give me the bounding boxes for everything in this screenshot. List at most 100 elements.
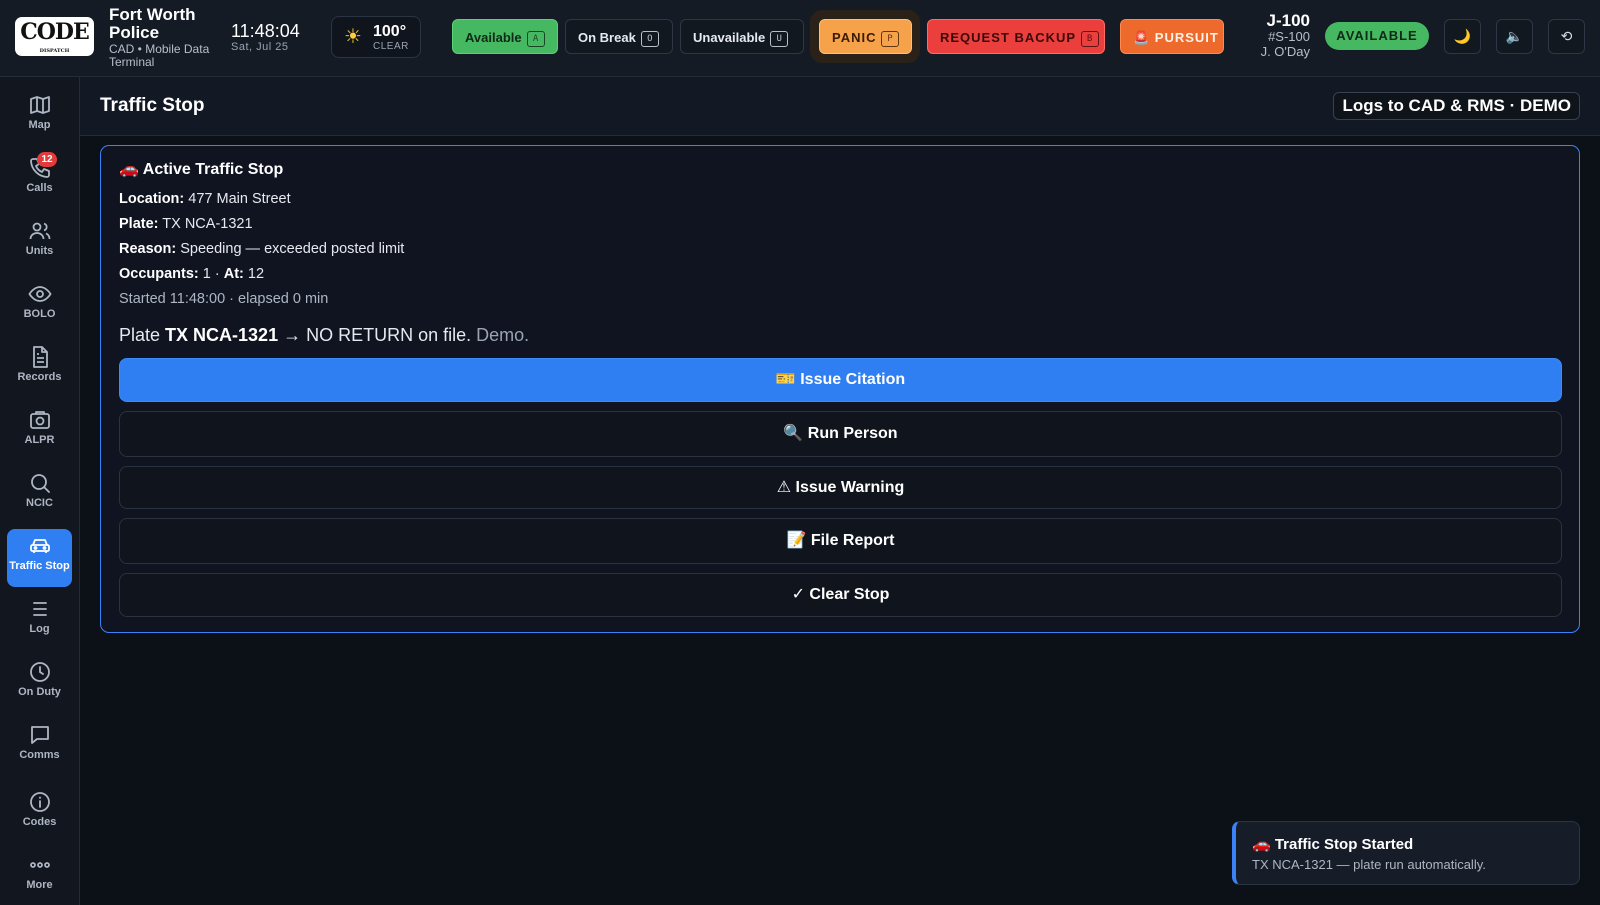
status-unavailable-button[interactable]: Unavailable U [680, 19, 804, 54]
sidebar-item-label: Map [28, 119, 51, 131]
sidebar-item-map[interactable]: Map [7, 85, 72, 143]
occupants-value: 1 · [202, 266, 220, 282]
clock-icon [30, 662, 50, 682]
calls-count-badge: 12 [37, 152, 57, 167]
location-label: Location: [119, 191, 185, 207]
sidebar-item-records[interactable]: Records [7, 337, 72, 395]
toast-message: TX NCA-1321 — plate run automatically. [1252, 857, 1486, 872]
sidebar-item-traffic-stop[interactable]: Traffic Stop [7, 529, 72, 587]
sidebar-item-label: BOLO [23, 308, 56, 320]
logo-text: CODE [20, 19, 90, 45]
clock-date: Sat, Jul 25 [231, 41, 289, 53]
stop-occupants-row: Occupants: 1 · At: 12 [119, 266, 264, 283]
issue-warning-button[interactable]: ⚠ Issue Warning [119, 466, 1562, 509]
active-traffic-stop-card: 🚗 Active Traffic Stop Location: 477 Main… [100, 145, 1580, 633]
sidebar-item-label: On Duty [18, 686, 61, 698]
reason-value: Speeding — exceeded posted limit [180, 241, 405, 257]
sidebar-item-label: Calls [26, 182, 53, 194]
plate-check-result: Plate TX NCA-1321 → NO RETURN on file. D… [119, 324, 529, 346]
unit-officer-name: J. O'Day [1260, 44, 1310, 59]
unit-status-badge: AVAILABLE [1325, 22, 1429, 50]
sidebar-item-calls[interactable]: 12 Calls [7, 148, 72, 206]
sidebar-item-label: Log [29, 623, 50, 635]
sidebar-item-label: Units [25, 245, 54, 257]
stop-plate-row: Plate: TX NCA-1321 [119, 216, 253, 233]
sidebar-item-comms[interactable]: Comms [7, 715, 72, 773]
speaker-icon[interactable]: 🔈 [1496, 19, 1533, 54]
request-backup-button[interactable]: REQUEST BACKUP B [927, 19, 1105, 54]
document-icon [33, 346, 48, 368]
more-icon [30, 862, 50, 868]
unit-callsign: J-100 [1266, 11, 1310, 30]
sidebar-item-label: ALPR [24, 434, 55, 446]
agency-subtitle: CAD • Mobile Data Terminal [109, 42, 210, 69]
sidebar-item-on-duty[interactable]: On Duty [7, 652, 72, 710]
weather-temp: 100° [373, 23, 407, 40]
stop-reason-row: Reason: Speeding — exceeded posted limit [119, 241, 404, 258]
status-on-break-button[interactable]: On Break O [565, 19, 673, 54]
sidebar-item-more[interactable]: More [7, 845, 72, 903]
run-person-button[interactable]: 🔍 Run Person [119, 411, 1562, 457]
page-header: Traffic Stop Logs to CAD & RMS · DEMO [80, 77, 1600, 136]
sun-icon: ☀ [344, 26, 362, 48]
unavailable-shortcut: U [770, 31, 789, 47]
weather-condition: CLEAR [373, 41, 409, 52]
panic-shortcut: P [881, 31, 900, 47]
sidebar-item-label: Comms [19, 749, 60, 761]
weather-widget: ☀ 100° CLEAR [331, 16, 421, 58]
reason-label: Reason: [119, 241, 177, 257]
chat-icon [31, 726, 49, 744]
card-title: 🚗 Active Traffic Stop [119, 161, 284, 178]
list-icon [33, 602, 47, 616]
moon-icon[interactable]: 🌙 [1444, 19, 1481, 54]
panic-label: PANIC [832, 30, 877, 45]
panic-button[interactable]: PANIC P [819, 19, 912, 54]
toast-title: 🚗 Traffic Stop Started [1252, 836, 1414, 853]
info-icon [30, 792, 50, 812]
sidebar-item-label: More [26, 879, 53, 891]
sidebar-item-label: NCIC [26, 497, 53, 509]
pursuit-label: 🚨 PURSUIT [1133, 30, 1219, 45]
unit-badge-number: #S-100 [1268, 29, 1310, 44]
eye-icon [28, 286, 52, 302]
sidebar-item-label: Records [17, 371, 62, 383]
stop-location-row: Location: 477 Main Street [119, 191, 291, 208]
result-demo-note: Demo. [476, 325, 530, 345]
sidebar-item-bolo[interactable]: BOLO [7, 274, 72, 332]
available-label: Available [465, 30, 522, 45]
available-shortcut: A [526, 31, 545, 47]
sidebar-item-units[interactable]: Units [7, 211, 72, 269]
on-break-label: On Break [578, 30, 636, 45]
occupants-label: Occupants: [119, 266, 199, 282]
sidebar-item-alpr[interactable]: ALPR [7, 400, 72, 458]
notification-toast[interactable]: 🚗 Traffic Stop Started TX NCA-1321 — pla… [1232, 821, 1580, 885]
sidebar-item-label: Traffic Stop [9, 560, 70, 572]
sidebar-item-codes[interactable]: Codes [7, 782, 72, 840]
car-icon [30, 539, 50, 553]
issue-citation-button[interactable]: 🎫 Issue Citation [119, 358, 1562, 402]
file-report-button[interactable]: 📝 File Report [119, 518, 1562, 564]
clock-time: 11:48:04 [231, 21, 300, 41]
clear-stop-button[interactable]: ✓ Clear Stop [119, 573, 1562, 617]
plate-label: Plate: [119, 216, 159, 232]
search-icon [31, 474, 50, 493]
map-icon [30, 96, 50, 114]
stop-started-time: Started 11:48:00 · elapsed 0 min [119, 291, 329, 307]
top-bar: CODE DISPATCH Fort Worth Police CAD • Mo… [0, 0, 1600, 77]
agency-name: Fort Worth Police [109, 5, 196, 42]
result-text: → NO RETURN on file. [283, 325, 472, 345]
backup-label: REQUEST BACKUP [940, 30, 1077, 45]
unit-info: J-100 #S-100 J. O'Day [1240, 11, 1310, 59]
sidebar-nav: Map 12 Calls Units BOLO Records ALPR NCI… [0, 77, 80, 905]
sidebar-item-log[interactable]: Log [7, 589, 72, 647]
history-icon[interactable]: ⟲ [1548, 19, 1585, 54]
status-available-button[interactable]: Available A [452, 19, 558, 54]
at-value: 12 [247, 266, 265, 282]
logging-status-tag: Logs to CAD & RMS · DEMO [1333, 92, 1580, 120]
pursuit-button[interactable]: 🚨 PURSUIT [1120, 19, 1224, 54]
unavailable-label: Unavailable [693, 30, 766, 45]
sidebar-item-ncic[interactable]: NCIC [7, 463, 72, 521]
result-plate: TX NCA-1321 [165, 325, 279, 345]
location-value: 477 Main Street [188, 191, 291, 207]
app-logo: CODE DISPATCH [15, 17, 94, 56]
